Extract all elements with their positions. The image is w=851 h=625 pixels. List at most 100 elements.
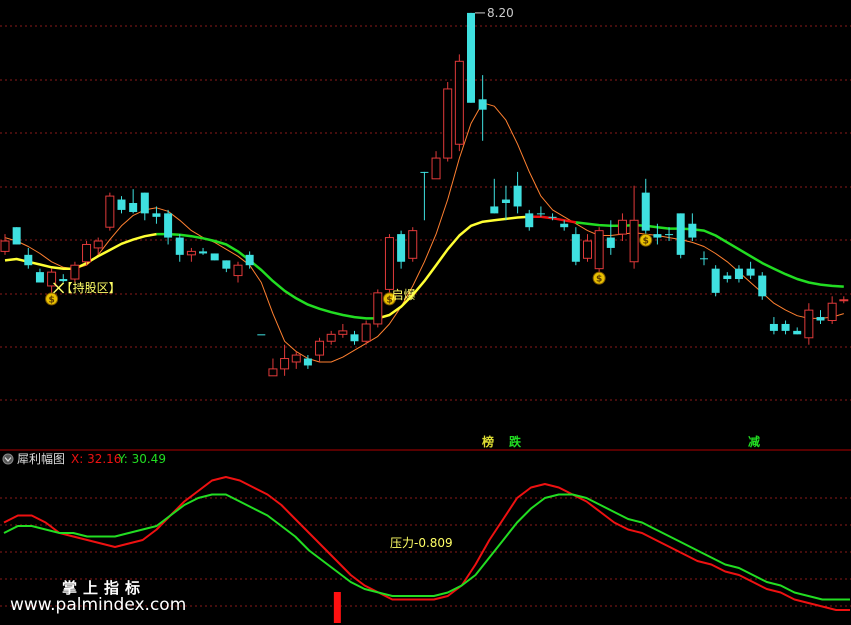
candle-body (303, 358, 312, 366)
candle-body (525, 213, 534, 228)
candle-body (326, 333, 336, 342)
candle-body (140, 192, 149, 214)
candle-body (816, 317, 825, 321)
candle-body (361, 323, 371, 342)
ma-main-segment-green (575, 221, 844, 288)
candle-body (454, 60, 464, 145)
watermark: 掌上指标 www.palmindex.com (10, 579, 186, 615)
ma-thin-line (4, 102, 844, 363)
candle-body (700, 258, 708, 260)
candle-body (222, 260, 231, 269)
stock-chart[interactable]: $ $$$ 8.20 【持股区】 启爆 榜 跌 减 犀利幅图 X: 32.16 Y… (0, 0, 851, 625)
signal-top-label: 榜 (482, 434, 494, 449)
candle-body (408, 230, 418, 259)
candle-body (665, 234, 674, 236)
candle-body (478, 99, 487, 110)
candle-body (431, 157, 441, 180)
candle-body (827, 302, 837, 322)
pressure-label: 压力-0.809 (390, 536, 453, 550)
candle-body (210, 253, 219, 261)
candle-body (24, 254, 33, 266)
indicator-name[interactable]: 犀利幅图 (17, 451, 65, 466)
candle-body (653, 234, 662, 238)
candle-body (70, 264, 80, 280)
candle-body (268, 368, 278, 377)
x-readout: X: 32.16 (71, 452, 121, 466)
candle-body (746, 268, 755, 276)
main-panel[interactable]: $ $$$ 8.20 【持股区】 启爆 榜 跌 减 (0, 6, 851, 449)
candle-body (199, 251, 208, 254)
candle-body (617, 219, 627, 235)
candle-body (804, 309, 814, 339)
money-bag-glyph: $ (643, 237, 649, 247)
candle-body (536, 213, 545, 215)
candle-body (793, 330, 802, 335)
candle-body (583, 240, 592, 259)
candle-body (758, 275, 767, 297)
indicator-header[interactable]: 犀利幅图 X: 32.16 Y: 30.49 (2, 451, 166, 466)
collapse-icon[interactable] (2, 453, 14, 465)
candle-body (397, 234, 406, 262)
candle-body (501, 199, 510, 203)
candle-body (734, 268, 743, 280)
signal-markers: $ $$$ (45, 12, 653, 306)
ma-thin-series (4, 102, 844, 363)
candle-body (594, 230, 604, 270)
candle-body (175, 237, 184, 255)
candle-body (338, 330, 348, 335)
main-grid (0, 25, 851, 401)
candle-body (467, 12, 475, 103)
money-bag-glyph: $ (48, 295, 54, 305)
candle-body (560, 223, 569, 228)
candle-body (490, 206, 499, 214)
candle-body (641, 192, 650, 231)
signal-bar (333, 592, 341, 623)
candle-body (629, 219, 639, 263)
ma-main-segment-green (156, 232, 378, 320)
candle-body (35, 272, 44, 283)
candle-body (571, 234, 580, 262)
candle-body (245, 254, 254, 266)
signal-reduce-label: 减 (748, 434, 760, 449)
candle-body (186, 250, 196, 256)
candle-body (384, 237, 394, 290)
candle-body (350, 334, 359, 342)
y-readout: Y: 30.49 (117, 452, 166, 466)
ma-main-line (4, 215, 844, 320)
candle-body (152, 213, 161, 217)
watermark-url: www.palmindex.com (10, 595, 186, 615)
candlesticks (0, 12, 849, 377)
candle-body (280, 358, 290, 370)
candle-body (0, 240, 10, 252)
signal-burst-label: 启爆 (391, 288, 415, 302)
candle-body (781, 323, 790, 331)
candle-body (12, 227, 21, 245)
candle-body (105, 195, 115, 228)
candle-body (769, 323, 778, 331)
candle-body (839, 299, 849, 302)
candle-body (373, 292, 383, 325)
candle-body (513, 185, 522, 207)
candle-body (129, 203, 138, 212)
max-price-label: 8.20 (487, 6, 514, 20)
candle-body (164, 213, 173, 238)
candle-body (233, 264, 243, 277)
candle-body (93, 240, 103, 249)
candle-body (548, 216, 557, 218)
candle-body (676, 213, 685, 255)
ma-main-segment-yellow (377, 215, 530, 320)
candle-body (723, 275, 732, 280)
candle-body (257, 334, 266, 336)
money-bag-glyph: $ (596, 275, 602, 285)
candle-body (291, 354, 301, 363)
candle-body (688, 223, 697, 238)
candle-body (606, 237, 615, 248)
candle-body (117, 199, 126, 210)
candle-body (82, 243, 92, 263)
candle-body (420, 171, 429, 173)
signal-hold-zone-label: 【持股区】 (61, 280, 121, 295)
candle-body (443, 88, 453, 159)
candle-body (711, 268, 720, 293)
signal-fall-label: 跌 (509, 434, 522, 449)
candle-body (315, 340, 325, 356)
